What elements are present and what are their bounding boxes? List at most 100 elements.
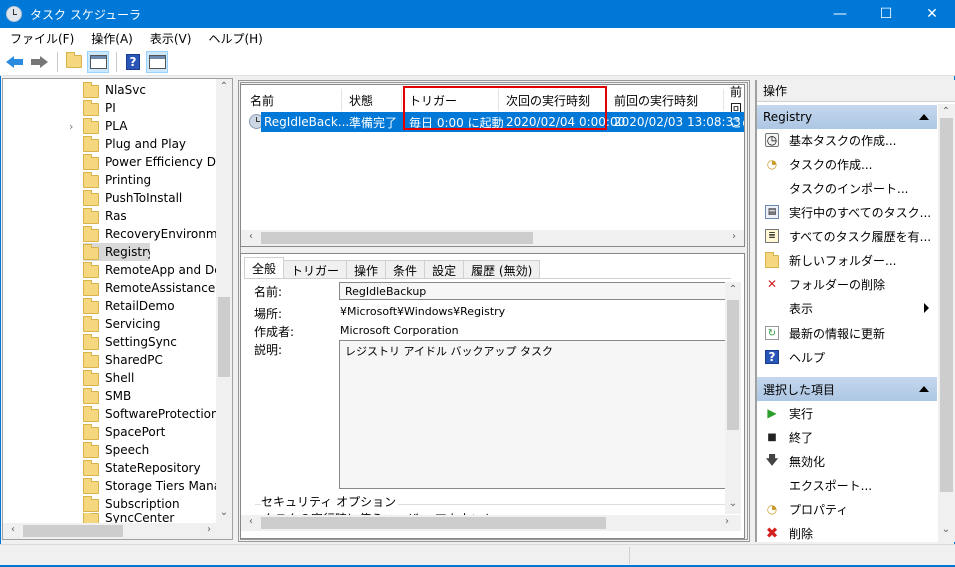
- tree-item[interactable]: SMB: [83, 387, 218, 405]
- maximize-button[interactable]: ☐: [863, 0, 909, 28]
- cell-last-run: 2020/02/03 13:08:33: [614, 115, 741, 129]
- tasklist-horizontal-scrollbar[interactable]: ‹ ›: [241, 230, 744, 246]
- tree-item[interactable]: RecoveryEnvironmen: [83, 225, 218, 243]
- tree-item[interactable]: Servicing: [83, 315, 218, 333]
- action-run[interactable]: ▶ 実行: [757, 402, 937, 424]
- tasklist-hscroll-thumb[interactable]: [261, 232, 533, 244]
- back-button[interactable]: [4, 51, 26, 73]
- tree-item[interactable]: Storage Tiers Manage: [83, 477, 218, 495]
- tab-actions[interactable]: 操作: [346, 260, 387, 279]
- action-create-basic-task[interactable]: ◷ 基本タスクの作成...: [757, 129, 937, 151]
- tree-item[interactable]: SettingSync: [83, 333, 218, 351]
- tree-item[interactable]: SharedPC: [83, 351, 218, 369]
- action-delete-folder[interactable]: ✕ フォルダーの削除: [757, 273, 937, 295]
- details-hscroll-thumb[interactable]: [261, 517, 606, 529]
- tree-item[interactable]: RetailDemo: [83, 297, 218, 315]
- description-field[interactable]: レジストリ アイドル バックアップ タスク: [339, 340, 731, 489]
- show-hide-console-tree-button[interactable]: [87, 50, 109, 73]
- tree-item[interactable]: Subscription: [83, 495, 218, 513]
- scroll-right-icon[interactable]: ›: [201, 524, 217, 535]
- scroll-down-icon[interactable]: ⌄: [216, 507, 232, 518]
- tree-item[interactable]: NlaSvc: [83, 81, 218, 99]
- action-disable[interactable]: 🡇 無効化: [757, 450, 937, 472]
- action-refresh[interactable]: ↻ 最新の情報に更新: [757, 322, 937, 344]
- details-vertical-scrollbar[interactable]: ⌃ ⌄: [725, 282, 741, 514]
- scroll-up-icon[interactable]: ⌃: [938, 106, 954, 117]
- tree-item[interactable]: Power Efficiency Diag: [83, 153, 218, 171]
- menu-action[interactable]: 操作(A): [84, 30, 140, 47]
- actions-vertical-scrollbar[interactable]: ⌃ ⌄: [938, 104, 955, 542]
- tree-item[interactable]: SpacePort: [83, 423, 218, 441]
- details-vscroll-thumb[interactable]: [727, 300, 739, 430]
- column-header-last-run[interactable]: 前回の実行時刻: [614, 90, 698, 110]
- tree-item[interactable]: Shell: [83, 369, 218, 387]
- tree-vscroll-thumb[interactable]: [218, 297, 230, 377]
- close-button[interactable]: ✕: [909, 0, 955, 28]
- tab-triggers[interactable]: トリガー: [283, 260, 348, 279]
- help-button[interactable]: ?: [122, 51, 144, 73]
- actions-vscroll-thumb[interactable]: [940, 118, 953, 492]
- tab-settings[interactable]: 設定: [424, 260, 465, 279]
- tree-item[interactable]: RemoteAssistance: [83, 279, 218, 297]
- scroll-down-icon[interactable]: ⌄: [938, 524, 954, 535]
- action-view[interactable]: 表示: [757, 297, 937, 319]
- details-horizontal-scrollbar[interactable]: ‹ ›: [241, 515, 741, 531]
- chevron-right-icon[interactable]: ›: [69, 120, 73, 133]
- collapse-icon[interactable]: [919, 386, 929, 392]
- action-running-tasks[interactable]: ▤ 実行中のすべてのタスク...: [757, 201, 937, 223]
- menu-view[interactable]: 表示(V): [143, 30, 199, 47]
- scroll-up-icon[interactable]: ⌃: [216, 81, 232, 92]
- scroll-left-icon[interactable]: ‹: [243, 231, 259, 242]
- scroll-left-icon[interactable]: ‹: [243, 516, 259, 527]
- action-end[interactable]: ■ 終了: [757, 426, 937, 448]
- action-enable-history[interactable]: ≣ すべてのタスク履歴を有...: [757, 225, 937, 247]
- actions-section-selected-item[interactable]: 選択した項目: [757, 377, 937, 401]
- scroll-down-icon[interactable]: ⌄: [725, 498, 741, 509]
- column-separator[interactable]: [723, 89, 724, 111]
- scroll-right-icon[interactable]: ›: [719, 516, 735, 527]
- menu-file[interactable]: ファイル(F): [3, 30, 81, 47]
- tree-item[interactable]: PI: [83, 99, 218, 117]
- scroll-up-icon[interactable]: ⌃: [725, 284, 741, 295]
- tree-item[interactable]: Ras: [83, 207, 218, 225]
- action-export[interactable]: エクスポート...: [757, 474, 937, 496]
- name-field[interactable]: RegIdleBackup: [339, 282, 731, 300]
- tab-conditions[interactable]: 条件: [385, 260, 426, 279]
- tab-history[interactable]: 履歴 (無効): [463, 260, 541, 279]
- scroll-left-icon[interactable]: ‹: [5, 524, 21, 535]
- show-hide-action-pane-button[interactable]: [146, 50, 168, 73]
- action-import-task[interactable]: タスクのインポート...: [757, 177, 937, 199]
- forward-button[interactable]: [28, 51, 50, 73]
- tree-item[interactable]: Printing: [83, 171, 218, 189]
- column-header-status[interactable]: 状態: [349, 90, 373, 110]
- tree-item[interactable]: Plug and Play: [83, 135, 218, 153]
- action-new-folder[interactable]: 新しいフォルダー...: [757, 249, 937, 271]
- tree-item[interactable]: SyncCenter: [83, 513, 218, 523]
- actions-section-registry[interactable]: Registry: [757, 105, 937, 129]
- column-header-last-result[interactable]: 前回: [730, 85, 744, 116]
- minimize-button[interactable]: —: [817, 0, 863, 28]
- tree-horizontal-scrollbar[interactable]: ‹ ›: [3, 523, 232, 539]
- tree-item[interactable]: RemoteApp and Desk: [83, 261, 218, 279]
- tree-item[interactable]: StateRepository: [83, 459, 218, 477]
- action-help[interactable]: ? ヘルプ: [757, 346, 937, 368]
- tree-item[interactable]: SoftwareProtectionPl: [83, 405, 218, 423]
- action-properties[interactable]: ◔ プロパティ: [757, 498, 937, 520]
- collapse-icon[interactable]: [919, 114, 929, 120]
- tree-item[interactable]: PushToInstall: [83, 189, 218, 207]
- column-header-name[interactable]: 名前: [250, 90, 274, 110]
- tab-general[interactable]: 全般: [244, 257, 285, 279]
- tree-vertical-scrollbar[interactable]: ⌃ ⌄: [216, 79, 232, 523]
- tree-hscroll-thumb[interactable]: [23, 525, 123, 537]
- action-delete[interactable]: ✖ 削除: [757, 522, 937, 542]
- tree-item[interactable]: PLA: [83, 117, 218, 135]
- column-separator[interactable]: [401, 89, 402, 111]
- tree-item[interactable]: Speech: [83, 441, 218, 459]
- up-folder-button[interactable]: [63, 51, 85, 73]
- tree-item-registry-selected[interactable]: Registry: [83, 243, 150, 261]
- column-separator[interactable]: [341, 89, 342, 111]
- scroll-right-icon[interactable]: ›: [726, 231, 742, 242]
- action-create-task[interactable]: ◔ タスクの作成...: [757, 153, 937, 175]
- menu-help[interactable]: ヘルプ(H): [201, 30, 269, 47]
- disable-icon: 🡇: [765, 452, 779, 467]
